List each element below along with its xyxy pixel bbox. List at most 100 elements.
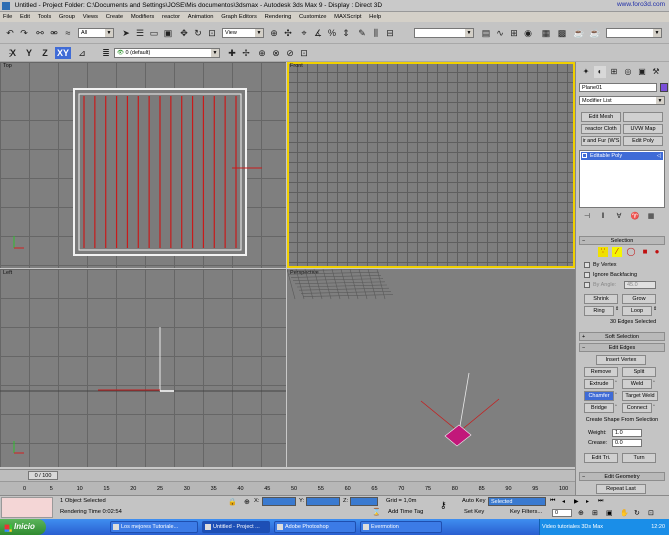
motion-tab-icon[interactable]: ◎ [622,66,634,78]
track-bar[interactable]: 0 5 10 15 20 25 30 35 40 45 50 55 60 65 70 75 80 85 90 95 10… [0,481,575,495]
repeat-last-button[interactable]: Repeat Last [596,484,646,494]
create-shape-button[interactable]: Create Shape From Selection [582,416,662,426]
taskbar-item-browser[interactable]: Los mejores Tutoriale... [110,521,198,533]
key-filters-button[interactable]: Key Filters... [510,508,542,517]
loop-spinner-icon[interactable]: ⇕ [653,306,658,316]
menu-group[interactable]: Group [56,12,78,22]
quick-render-icon[interactable]: ☕ [572,27,584,39]
axis-y-button[interactable]: Y [22,47,36,59]
menu-modifiers[interactable]: Modifiers [128,12,158,22]
vertex-mode-icon[interactable]: ∵ [598,247,608,257]
clock[interactable]: 12:20 [651,519,665,535]
select-scale-icon[interactable]: ⊡ [206,27,218,39]
taskbar-item-3dsmax[interactable]: Untitled - Project ... [202,521,270,533]
edge-mode-icon[interactable]: ⁄ [612,247,622,257]
edit-geometry-rollout-header[interactable]: − Edit Geometry [579,472,665,481]
viewport-front[interactable]: Front [287,62,575,268]
current-frame-field[interactable]: 0 [552,509,572,517]
selection-rollout-header[interactable]: − Selection [579,236,665,245]
hair-fur-button[interactable]: ir and Fur (W'S [581,136,621,146]
add-to-layer-icon[interactable]: ✢ [240,47,252,59]
by-angle-spinner[interactable]: 45.0 [624,281,656,289]
stack-item-editable-poly[interactable]: Editable Poly ◁ [581,152,663,160]
orbit-icon[interactable]: ↻ [634,509,640,517]
new-layer-icon[interactable]: ✚ [226,47,238,59]
show-end-result-icon[interactable]: ‖ [597,211,609,223]
element-mode-icon[interactable]: ● [652,247,662,257]
play-icon[interactable]: ▶ [574,498,579,505]
make-unique-icon[interactable]: ∀ [613,211,625,223]
modify-tab-icon[interactable]: ◐ [594,66,606,78]
start-button[interactable]: Inicio [0,519,46,535]
select-object-icon[interactable]: ➤ [120,27,132,39]
zoom-icon[interactable]: ⊕ [578,509,584,517]
material-editor-icon[interactable]: ◉ [522,27,534,39]
menu-reactor[interactable]: reactor [159,12,183,22]
select-rotate-icon[interactable]: ↻ [192,27,204,39]
polygon-mode-icon[interactable]: ■ [640,247,650,257]
edit-poly-button[interactable]: Edit Poly [623,136,663,146]
menu-edit[interactable]: Edit [17,12,33,22]
x-coordinate-field[interactable] [262,497,296,506]
curve-editor-icon[interactable]: ∿ [494,27,506,39]
by-angle-checkbox[interactable] [584,282,590,288]
taskbar-item-evermotion[interactable]: Evermotion [360,521,442,533]
weight-spinner[interactable]: 1.0 [612,429,642,437]
absolute-mode-icon[interactable]: ⊕ [244,498,250,506]
menu-graph-editors[interactable]: Graph Editors [218,12,260,22]
goto-end-icon[interactable]: ⏭ [598,498,603,505]
display-tab-icon[interactable]: ▣ [636,66,648,78]
extrude-button[interactable]: Extrude [584,379,614,389]
edit-tri-button[interactable]: Edit Tri. [584,453,618,463]
zoom-all-icon[interactable]: ⊞ [592,509,598,517]
undo-icon[interactable]: ↶ [4,27,16,39]
set-key-button[interactable]: Set Key [464,508,484,517]
menu-views[interactable]: Views [80,12,101,22]
grow-button[interactable]: Grow [622,294,656,304]
create-tab-icon[interactable]: ✦ [580,66,592,78]
menu-file[interactable]: File [0,12,15,22]
spinner-snap-icon[interactable]: ⇕ [340,27,352,39]
z-coordinate-field[interactable] [350,497,378,506]
render-production-icon[interactable]: ☕ [588,27,600,39]
pan-icon[interactable]: ✋ [620,509,629,517]
menu-rendering[interactable]: Rendering [262,12,295,22]
object-name-field[interactable]: Plane01 [579,83,657,92]
mod-button-2[interactable] [623,112,663,122]
utilities-tab-icon[interactable]: ⚒ [650,66,662,78]
layer-properties-icon[interactable]: ⊘ [284,47,296,59]
shrink-button[interactable]: Shrink [584,294,618,304]
hierarchy-tab-icon[interactable]: ⊞ [608,66,620,78]
chamfer-settings-icon[interactable]: ▫ [615,391,620,401]
axis-constraint-icon[interactable]: ⊿ [76,47,88,59]
uvw-map-button[interactable]: UVW Map [623,124,663,134]
prev-frame-icon[interactable]: ◂ [562,498,565,505]
y-coordinate-field[interactable] [306,497,340,506]
soft-selection-rollout-header[interactable]: + Soft Selection [579,332,665,341]
pin-stack-icon[interactable]: ⊣ [581,211,593,223]
border-mode-icon[interactable]: ◯ [626,247,636,257]
axis-z-button[interactable]: Z [38,47,52,59]
chamfer-button[interactable]: Chamfer [584,391,614,401]
taskbar-item-photoshop[interactable]: Adobe Photoshop [274,521,356,533]
object-color-swatch[interactable] [660,83,668,92]
redo-icon[interactable]: ↷ [18,27,30,39]
tray-toolbar-label[interactable]: Video tutoriales 3Ds Max [540,524,603,530]
menu-create[interactable]: Create [103,12,126,22]
axis-xy-button[interactable]: XY [55,47,71,59]
edit-mesh-button[interactable]: Edit Mesh [581,112,621,122]
rect-selection-icon[interactable]: ▭ [148,27,160,39]
remove-modifier-icon[interactable]: ♈ [629,211,641,223]
named-selection-dropdown[interactable]: ▼ [414,28,474,38]
select-by-name-icon[interactable]: ☰ [134,27,146,39]
layers-icon[interactable]: ≣ [100,47,112,59]
render-frame-icon[interactable]: ▩ [556,27,568,39]
split-button[interactable]: Split [622,367,656,377]
loop-button[interactable]: Loop [622,306,652,316]
next-frame-icon[interactable]: ▸ [586,498,589,505]
manipulate-icon[interactable]: ✣ [282,27,294,39]
auto-key-button[interactable]: Auto Key [462,497,486,506]
remove-button[interactable]: Remove [584,367,618,377]
goto-start-icon[interactable]: ⏮ [550,498,555,505]
weld-settings-icon[interactable]: ▫ [653,379,658,389]
